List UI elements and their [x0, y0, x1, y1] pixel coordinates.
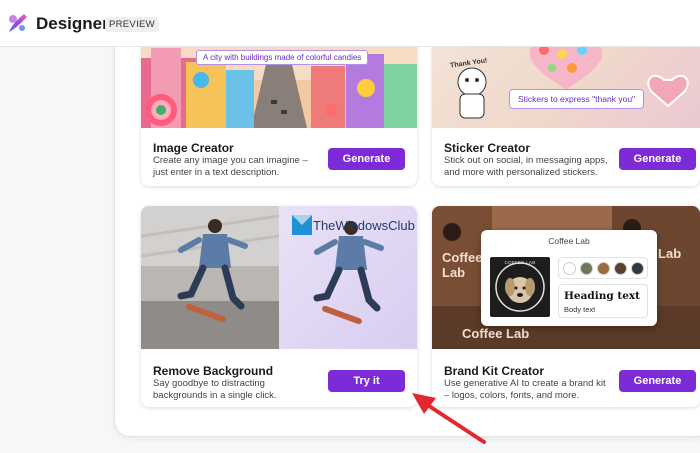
color-swatch [563, 262, 576, 275]
image-prompt-chip: A city with buildings made of colorful c… [196, 50, 369, 65]
color-swatch [614, 262, 627, 275]
image-creator-desc: Create any image you can imagine – just … [153, 155, 308, 178]
sticker-creator-generate-button[interactable]: Generate [619, 148, 696, 170]
color-swatch [580, 262, 593, 275]
sticker-image [432, 40, 700, 128]
app-name: Designer [36, 14, 109, 33]
remove-background-title: Remove Background [153, 364, 274, 378]
sticker-prompt-chip: Stickers to express "thank you" [509, 89, 645, 109]
watermark-text: TheWindowsClub [313, 218, 415, 233]
color-palette [558, 257, 648, 279]
sticker-creator-desc: Stick out on social, in messaging apps, … [444, 155, 608, 178]
image-creator-card[interactable]: A city with buildings made of colorful c… [141, 40, 417, 186]
app-header: Designer PREVIEW [0, 0, 700, 47]
brand-kit-card[interactable]: Coffee Lab Coffee Lab Coffee Lab Coffee … [432, 206, 700, 407]
coffee-lab-logo [490, 257, 550, 317]
color-swatch [597, 262, 610, 275]
brand-kit-popup: Coffee Lab COFFEE LAB Heading text Body … [481, 230, 657, 326]
sticker-creator-title: Sticker Creator [444, 141, 531, 155]
preview-badge: PREVIEW [105, 17, 159, 32]
color-swatch [631, 262, 644, 275]
brand-kit-generate-button[interactable]: Generate [619, 370, 696, 392]
sticker-creator-card[interactable]: Thank You! Stickers to express "thank yo… [432, 40, 700, 186]
body-sample: Body text [564, 305, 596, 314]
typography-sample: Heading text Body text [558, 284, 648, 318]
annotation-arrow-icon [412, 393, 486, 444]
remove-background-card[interactable]: TheWindowsClub Remove Background Say goo… [141, 206, 417, 407]
brand-kit-bg-title-2: Coffee Lab [462, 326, 530, 341]
logo-text: COFFEE LAB [504, 260, 536, 265]
designer-logo-icon[interactable] [6, 11, 30, 35]
popup-title: Coffee Lab [548, 236, 590, 246]
remove-background-try-it-button[interactable]: Try it [328, 370, 405, 392]
heading-sample: Heading text [564, 290, 641, 302]
brand-kit-title: Brand Kit Creator [444, 364, 545, 378]
image-creator-generate-button[interactable]: Generate [328, 148, 405, 170]
remove-background-desc: Say goodbye to distracting backgrounds i… [153, 378, 277, 401]
image-creator-title: Image Creator [153, 141, 234, 155]
